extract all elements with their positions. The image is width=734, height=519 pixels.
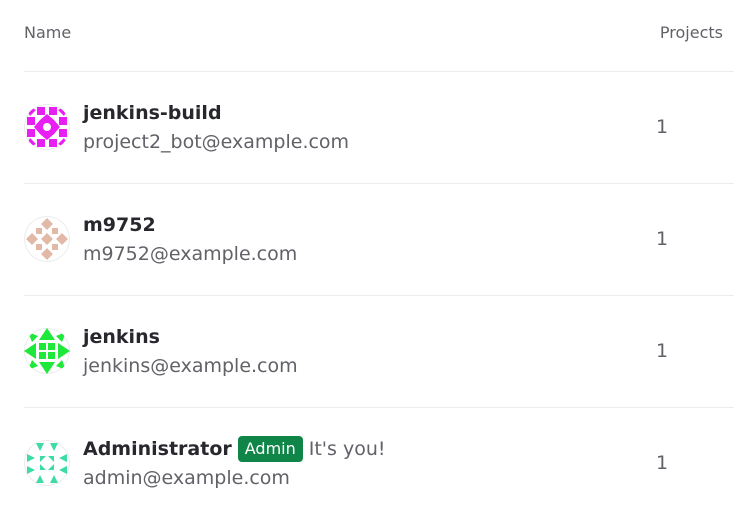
user-name-link[interactable]: jenkins: [83, 326, 160, 348]
identicon-avatar-icon: [24, 328, 70, 374]
table-row: Administrator Admin It's you! admin@exam…: [24, 408, 734, 519]
avatar[interactable]: [24, 328, 70, 374]
user-email: m9752@example.com: [83, 243, 298, 265]
projects-count: 1: [656, 452, 669, 474]
its-you-label: It's you!: [308, 438, 386, 460]
identicon-avatar-icon: [24, 216, 70, 262]
projects-count: 1: [656, 340, 669, 362]
user-email: jenkins@example.com: [83, 355, 298, 377]
table-row: jenkins-build project2_bot@example.com 1: [24, 72, 734, 184]
avatar[interactable]: [24, 440, 70, 486]
admin-badge: Admin: [237, 436, 303, 462]
avatar[interactable]: [24, 104, 70, 150]
user-email: project2_bot@example.com: [83, 131, 350, 153]
users-table: Name Projects jenkins-build project2_bot…: [24, 0, 734, 519]
identicon-avatar-icon: [24, 104, 70, 150]
projects-count: 1: [656, 228, 669, 250]
avatar[interactable]: [24, 216, 70, 262]
user-name-link[interactable]: m9752: [83, 214, 156, 236]
column-header-projects[interactable]: Projects: [660, 23, 723, 42]
identicon-avatar-icon: [27, 443, 67, 483]
user-name-link[interactable]: Administrator: [83, 438, 232, 460]
table-header: Name Projects: [24, 0, 734, 72]
user-email: admin@example.com: [83, 467, 290, 489]
user-name-link[interactable]: jenkins-build: [83, 102, 222, 124]
table-row: jenkins jenkins@example.com 1: [24, 296, 734, 408]
projects-count: 1: [656, 116, 669, 138]
column-header-name[interactable]: Name: [24, 23, 71, 42]
table-row: m9752 m9752@example.com 1: [24, 184, 734, 296]
